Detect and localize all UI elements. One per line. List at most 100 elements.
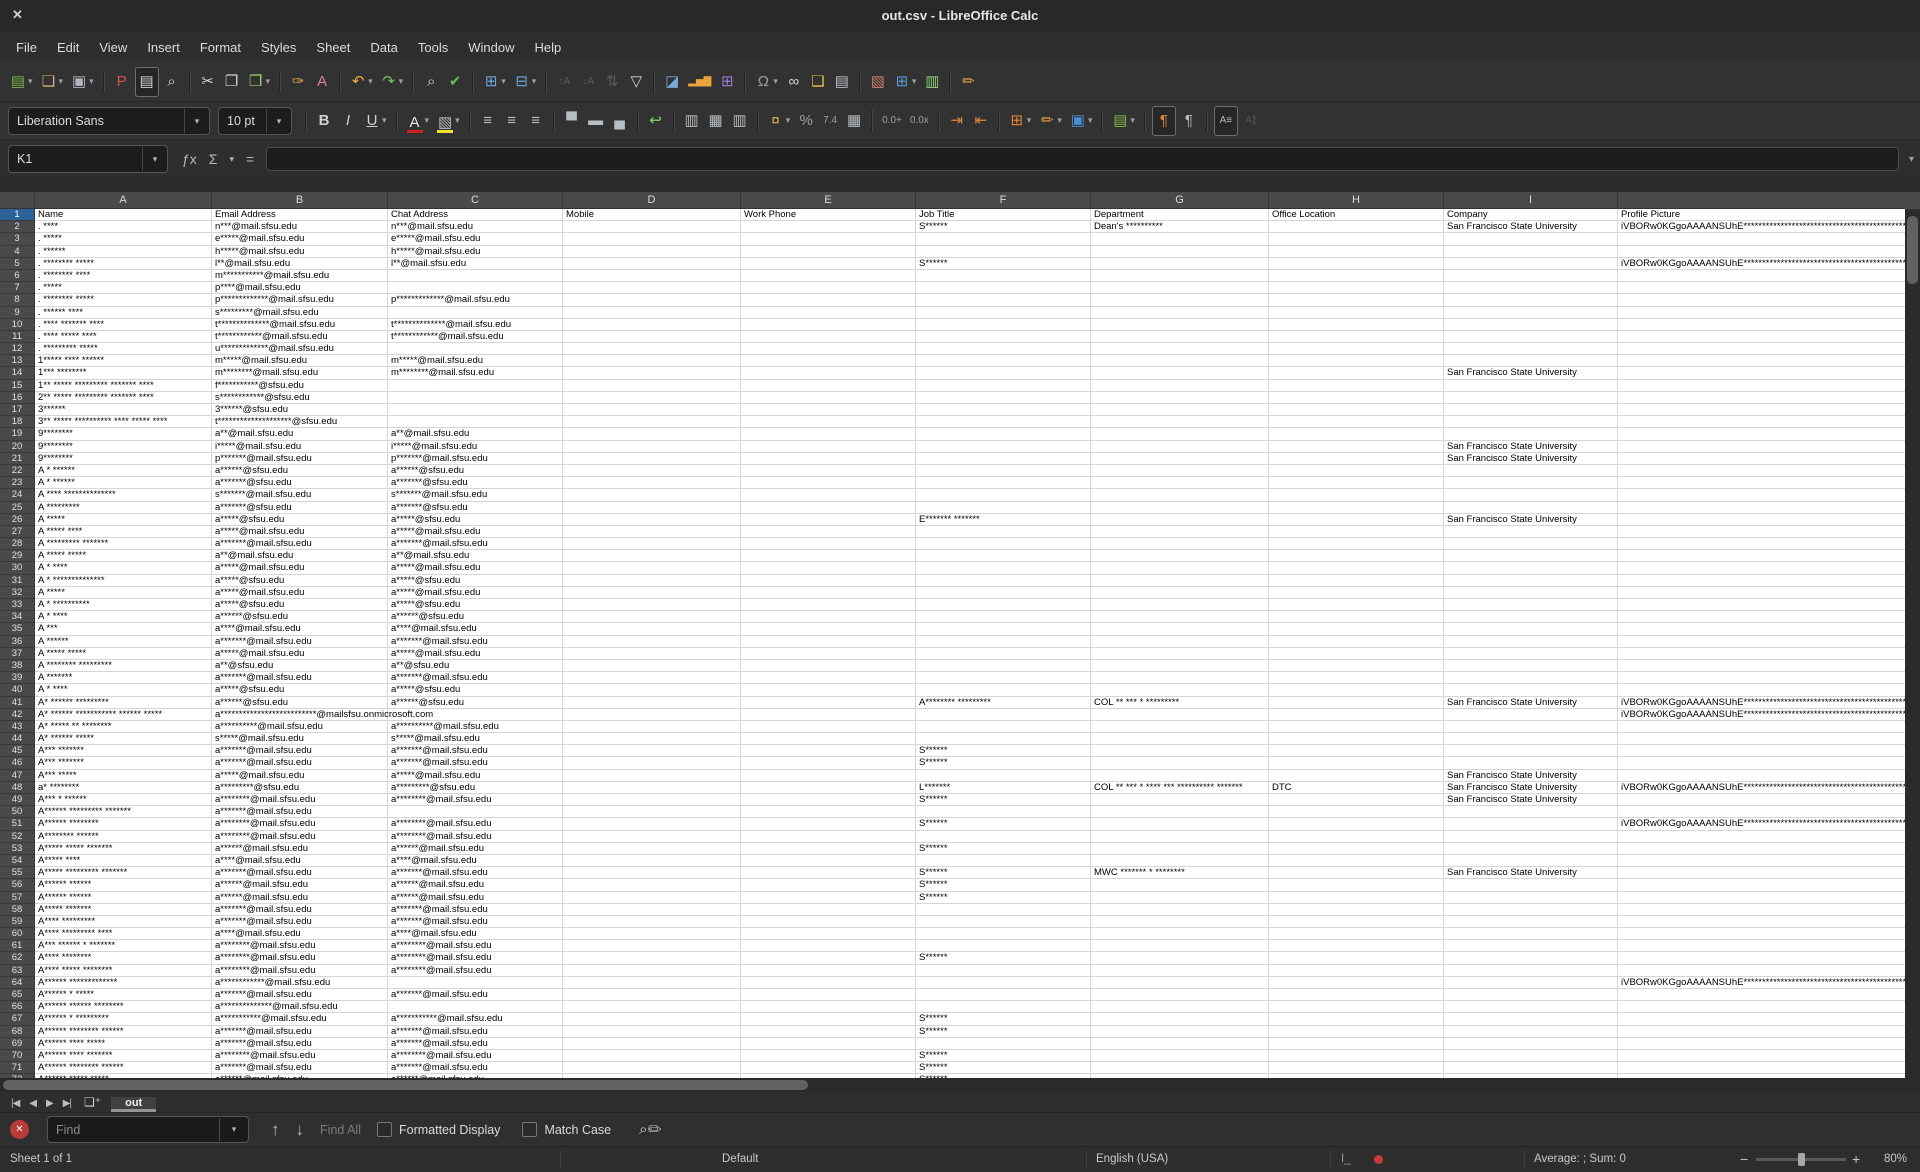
cell-A7[interactable]: . *****	[35, 282, 212, 294]
cell-C24[interactable]: s*******@mail.sfsu.edu	[388, 489, 563, 501]
cell-I29[interactable]	[1444, 550, 1618, 562]
cell-E48[interactable]	[741, 782, 916, 794]
cell-J8[interactable]	[1618, 294, 1905, 306]
cell-F25[interactable]	[916, 502, 1091, 514]
cell-D11[interactable]	[563, 331, 741, 343]
border-color-button[interactable]: ▣▾	[1067, 107, 1096, 135]
cell-E17[interactable]	[741, 404, 916, 416]
cell-F34[interactable]	[916, 611, 1091, 623]
cell-H39[interactable]	[1269, 672, 1444, 684]
cell-G48[interactable]: COL ** *** * **** *** ********** *******	[1091, 782, 1269, 794]
cell-F50[interactable]	[916, 806, 1091, 818]
cell-F46[interactable]: S******	[916, 757, 1091, 769]
cell-G60[interactable]	[1091, 928, 1269, 940]
cell-F35[interactable]	[916, 623, 1091, 635]
cell-B28[interactable]: a*******@mail.sfsu.edu	[212, 538, 388, 550]
cell-A19[interactable]: 9********	[35, 428, 212, 440]
cell-J32[interactable]	[1618, 587, 1905, 599]
cell-H62[interactable]	[1269, 952, 1444, 964]
cell-C60[interactable]: a****@mail.sfsu.edu	[388, 928, 563, 940]
cell-F19[interactable]	[916, 428, 1091, 440]
cell-G71[interactable]	[1091, 1062, 1269, 1074]
cell-C7[interactable]	[388, 282, 563, 294]
cell-F44[interactable]	[916, 733, 1091, 745]
font-name-select[interactable]: Liberation Sans ▾	[8, 107, 210, 135]
cell-C6[interactable]	[388, 270, 563, 282]
cell-G3[interactable]	[1091, 233, 1269, 245]
cell-G24[interactable]	[1091, 489, 1269, 501]
cell-C31[interactable]: a*****@sfsu.edu	[388, 575, 563, 587]
align-top-button[interactable]: ▀	[561, 107, 583, 135]
cell-F39[interactable]	[916, 672, 1091, 684]
cell-F70[interactable]: S******	[916, 1050, 1091, 1062]
cell-C18[interactable]	[388, 416, 563, 428]
cell-H56[interactable]	[1269, 879, 1444, 891]
row-header-16[interactable]: 16	[0, 392, 35, 404]
cell-G54[interactable]	[1091, 855, 1269, 867]
cell-F38[interactable]	[916, 660, 1091, 672]
cell-H63[interactable]	[1269, 965, 1444, 977]
menu-edit[interactable]: Edit	[47, 36, 89, 59]
cell-E11[interactable]	[741, 331, 916, 343]
spelling-button[interactable]: ✔	[444, 68, 466, 96]
formula-icon[interactable]: =	[246, 151, 254, 167]
select-all-corner[interactable]	[0, 192, 35, 209]
cell-C19[interactable]: a**@mail.sfsu.edu	[388, 428, 563, 440]
cell-F40[interactable]	[916, 684, 1091, 696]
cell-H45[interactable]	[1269, 745, 1444, 757]
cell-E16[interactable]	[741, 392, 916, 404]
font-size-select[interactable]: 10 pt ▾	[218, 107, 292, 135]
cell-C32[interactable]: a*****@mail.sfsu.edu	[388, 587, 563, 599]
column-header-H[interactable]: H	[1269, 192, 1444, 209]
cell-B14[interactable]: m********@mail.sfsu.edu	[212, 367, 388, 379]
cell-G52[interactable]	[1091, 831, 1269, 843]
cell-I15[interactable]	[1444, 380, 1618, 392]
cell-C10[interactable]: t**************@mail.sfsu.edu	[388, 319, 563, 331]
cell-G23[interactable]	[1091, 477, 1269, 489]
cell-I33[interactable]	[1444, 599, 1618, 611]
copy-button[interactable]: ❐	[221, 68, 243, 96]
cell-D17[interactable]	[563, 404, 741, 416]
row-header-43[interactable]: 43	[0, 721, 35, 733]
cell-I40[interactable]	[1444, 684, 1618, 696]
page-style[interactable]: Default	[722, 1147, 758, 1172]
cell-A6[interactable]: . ******** ****	[35, 270, 212, 282]
cell-C9[interactable]	[388, 307, 563, 319]
cell-I22[interactable]	[1444, 465, 1618, 477]
cell-D62[interactable]	[563, 952, 741, 964]
cell-D66[interactable]	[563, 1001, 741, 1013]
cell-E71[interactable]	[741, 1062, 916, 1074]
cell-G66[interactable]	[1091, 1001, 1269, 1013]
cell-D51[interactable]	[563, 818, 741, 830]
cell-I41[interactable]: San Francisco State University	[1444, 697, 1618, 709]
cell-I21[interactable]: San Francisco State University	[1444, 453, 1618, 465]
cell-H40[interactable]	[1269, 684, 1444, 696]
cell-B18[interactable]: t********************@sfsu.edu	[212, 416, 388, 428]
cell-H29[interactable]	[1269, 550, 1444, 562]
cell-F9[interactable]	[916, 307, 1091, 319]
row-header-51[interactable]: 51	[0, 818, 35, 830]
cell-C42[interactable]	[388, 709, 563, 721]
cell-E3[interactable]	[741, 233, 916, 245]
cell-G33[interactable]	[1091, 599, 1269, 611]
cell-G15[interactable]	[1091, 380, 1269, 392]
cell-A49[interactable]: A*** * ******	[35, 794, 212, 806]
find-next-icon[interactable]: ↓	[296, 1120, 305, 1140]
cell-F3[interactable]	[916, 233, 1091, 245]
cell-C40[interactable]: a*****@sfsu.edu	[388, 684, 563, 696]
print-preview-button[interactable]: ⌕	[161, 68, 183, 96]
cell-B29[interactable]: a**@mail.sfsu.edu	[212, 550, 388, 562]
cell-D2[interactable]	[563, 221, 741, 233]
cell-G16[interactable]	[1091, 392, 1269, 404]
cell-A30[interactable]: A * ****	[35, 562, 212, 574]
cell-J55[interactable]	[1618, 867, 1905, 879]
cell-D7[interactable]	[563, 282, 741, 294]
cell-J60[interactable]	[1618, 928, 1905, 940]
column-header-A[interactable]: A	[35, 192, 212, 209]
bold-button[interactable]: B	[313, 107, 335, 135]
cell-I68[interactable]	[1444, 1026, 1618, 1038]
cell-G17[interactable]	[1091, 404, 1269, 416]
cell-I54[interactable]	[1444, 855, 1618, 867]
chevron-down-icon[interactable]: ▾	[368, 76, 373, 87]
cell-B2[interactable]: n***@mail.sfsu.edu	[212, 221, 388, 233]
